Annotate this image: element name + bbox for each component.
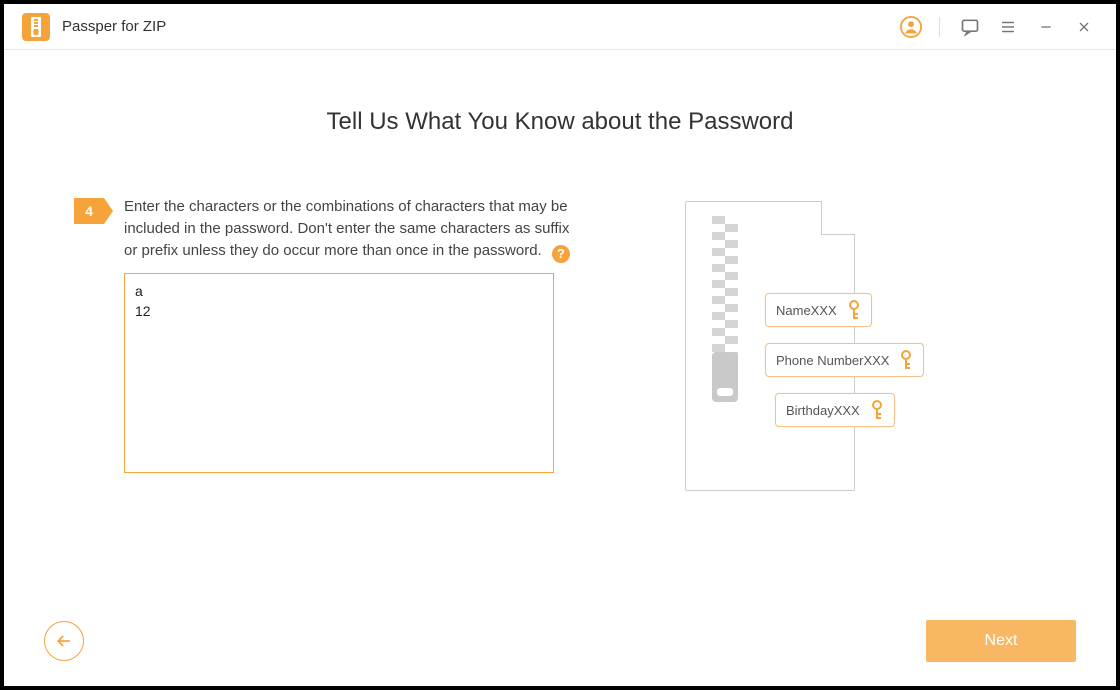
step-number-badge: 4 bbox=[74, 198, 104, 224]
illustration: NameXXX Phone NumberXXX BirthdayXXX bbox=[584, 196, 1046, 501]
instruction-body: Enter the characters or the combinations… bbox=[124, 198, 569, 259]
account-icon[interactable] bbox=[897, 13, 925, 41]
characters-input[interactable] bbox=[124, 273, 554, 473]
hint-tag-label: NameXXX bbox=[776, 303, 837, 318]
hint-tag-label: Phone NumberXXX bbox=[776, 353, 889, 368]
content-area: Tell Us What You Know about the Password… bbox=[4, 50, 1116, 686]
minimize-button[interactable] bbox=[1032, 13, 1060, 41]
instruction-text: Enter the characters or the combinations… bbox=[124, 196, 584, 261]
app-icon bbox=[22, 13, 50, 41]
help-icon[interactable]: ? bbox=[552, 245, 570, 263]
hint-tag-birthday: BirthdayXXX bbox=[775, 393, 895, 427]
close-button[interactable] bbox=[1070, 13, 1098, 41]
hint-tag-label: BirthdayXXX bbox=[786, 403, 860, 418]
feedback-icon[interactable] bbox=[956, 13, 984, 41]
next-button[interactable]: Next bbox=[926, 620, 1076, 662]
key-icon bbox=[899, 350, 913, 370]
menu-icon[interactable] bbox=[994, 13, 1022, 41]
title-bar: Passper for ZIP bbox=[4, 4, 1116, 50]
app-title: Passper for ZIP bbox=[62, 18, 166, 35]
app-window: Passper for ZIP Tell Us What You Know ab… bbox=[4, 4, 1116, 686]
back-button[interactable] bbox=[44, 621, 84, 661]
hint-tag-name: NameXXX bbox=[765, 293, 872, 327]
key-icon bbox=[870, 400, 884, 420]
separator bbox=[939, 17, 940, 37]
page-heading: Tell Us What You Know about the Password bbox=[74, 108, 1046, 136]
key-icon bbox=[847, 300, 861, 320]
hint-tag-phone: Phone NumberXXX bbox=[765, 343, 924, 377]
